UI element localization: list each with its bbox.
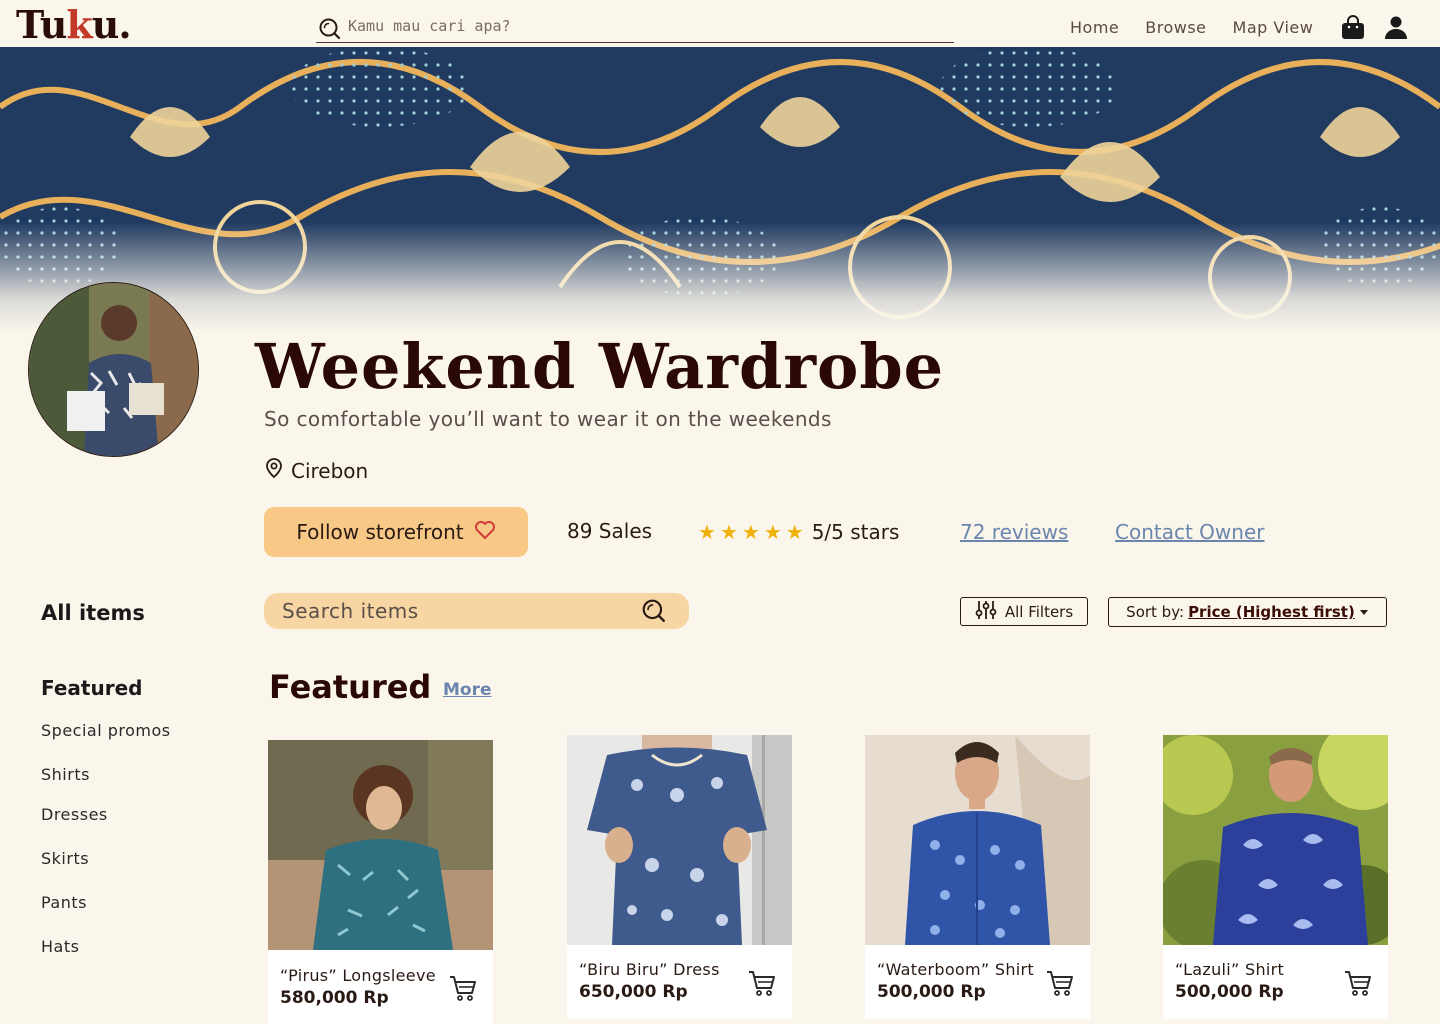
user-icon[interactable] — [1384, 15, 1408, 43]
featured-more-link[interactable]: More — [443, 680, 492, 700]
star-icon: ★ — [698, 520, 716, 544]
contact-owner-link[interactable]: Contact Owner — [1115, 520, 1264, 544]
product-image[interactable] — [1163, 735, 1388, 945]
sidebar-section-featured[interactable]: Featured — [41, 676, 142, 700]
store-owner-avatar — [28, 282, 199, 457]
cart-icon[interactable] — [1343, 968, 1373, 1002]
nav-link-map-view[interactable]: Map View — [1233, 18, 1314, 37]
avatar-illustration — [29, 283, 198, 456]
product-card[interactable]: “Biru Biru” Dress 650,000 Rp — [567, 735, 792, 1019]
shopping-bag-icon[interactable] — [1340, 14, 1366, 44]
product-card[interactable]: “Waterboom” Shirt 500,000 Rp — [865, 735, 1090, 1019]
product-card[interactable]: “Lazuli” Shirt 500,000 Rp — [1163, 735, 1388, 1019]
product-price: 500,000 Rp — [1175, 982, 1284, 1002]
cart-icon[interactable] — [747, 968, 777, 1002]
logo-text-right: u. — [91, 2, 132, 47]
location-pin-icon — [265, 458, 283, 483]
cart-icon[interactable] — [1045, 968, 1075, 1002]
top-navigation-bar: Tuku. Home Browse Map View — [0, 0, 1440, 47]
reviews-link[interactable]: 72 reviews — [960, 520, 1068, 544]
sidebar-item-hats[interactable]: Hats — [41, 937, 79, 956]
star-icon: ★ — [741, 520, 760, 544]
product-image[interactable] — [865, 735, 1090, 945]
product-card[interactable]: “Pirus” Longsleeve 580,000 Rp — [268, 740, 493, 1024]
product-image[interactable] — [567, 735, 792, 945]
sidebar-item-pants[interactable]: Pants — [41, 893, 87, 912]
sidebar-item-shirts[interactable]: Shirts — [41, 765, 90, 784]
sort-prefix: Sort by: — [1126, 603, 1185, 621]
sort-dropdown[interactable]: Sort by: Price (Highest first) — [1108, 597, 1387, 627]
follow-storefront-button[interactable]: Follow storefront — [264, 507, 528, 557]
star-icon: ★ — [785, 520, 804, 544]
items-search-bar — [264, 593, 689, 629]
heart-icon — [474, 520, 496, 545]
sales-count: 89 Sales — [567, 519, 653, 543]
all-filters-button[interactable]: All Filters — [960, 597, 1088, 626]
store-tagline: So comfortable you’ll want to wear it on… — [264, 407, 832, 431]
items-search-input[interactable] — [282, 598, 632, 624]
filter-sliders-icon — [975, 600, 997, 624]
caret-down-icon — [1359, 603, 1369, 621]
search-icon[interactable] — [641, 598, 667, 628]
brand-logo[interactable]: Tuku. — [16, 2, 132, 47]
product-name: “Waterboom” Shirt — [877, 960, 1034, 979]
all-filters-label: All Filters — [1004, 602, 1074, 621]
featured-section-title: Featured — [269, 668, 432, 706]
logo-text-accent: k — [66, 2, 92, 47]
nav-links: Home Browse Map View — [1070, 18, 1313, 37]
follow-storefront-label: Follow storefront — [296, 520, 464, 544]
global-search-input[interactable] — [348, 14, 948, 38]
search-icon — [318, 17, 342, 45]
sidebar-item-dresses[interactable]: Dresses — [41, 805, 108, 824]
product-name: “Pirus” Longsleeve — [280, 966, 436, 985]
star-icon: ★ — [719, 520, 738, 544]
product-image[interactable] — [268, 740, 493, 950]
sidebar-item-skirts[interactable]: Skirts — [41, 849, 89, 868]
product-price: 500,000 Rp — [877, 982, 986, 1002]
banner-fade — [0, 222, 1440, 332]
rating-label: 5/5 stars — [811, 520, 900, 544]
star-rating: ★ ★ ★ ★ ★ 5/5 stars — [698, 520, 899, 544]
product-price: 580,000 Rp — [280, 988, 389, 1008]
star-icon: ★ — [763, 520, 782, 544]
global-search-bar — [316, 12, 954, 43]
store-location: Cirebon — [265, 458, 368, 483]
sidebar-item-special-promos[interactable]: Special promos — [41, 721, 171, 740]
sort-value: Price (Highest first) — [1188, 603, 1355, 621]
product-price: 650,000 Rp — [579, 982, 688, 1002]
logo-text-left: Tu — [16, 2, 67, 47]
cart-icon[interactable] — [448, 973, 478, 1007]
store-name: Weekend Wardrobe — [255, 330, 945, 403]
storefront-banner-image — [0, 47, 1440, 332]
nav-link-home[interactable]: Home — [1070, 18, 1119, 37]
nav-link-browse[interactable]: Browse — [1145, 18, 1206, 37]
product-name: “Lazuli” Shirt — [1175, 960, 1285, 979]
location-label: Cirebon — [291, 458, 369, 483]
product-name: “Biru Biru” Dress — [579, 960, 720, 979]
sidebar-heading-all-items[interactable]: All items — [41, 601, 145, 625]
